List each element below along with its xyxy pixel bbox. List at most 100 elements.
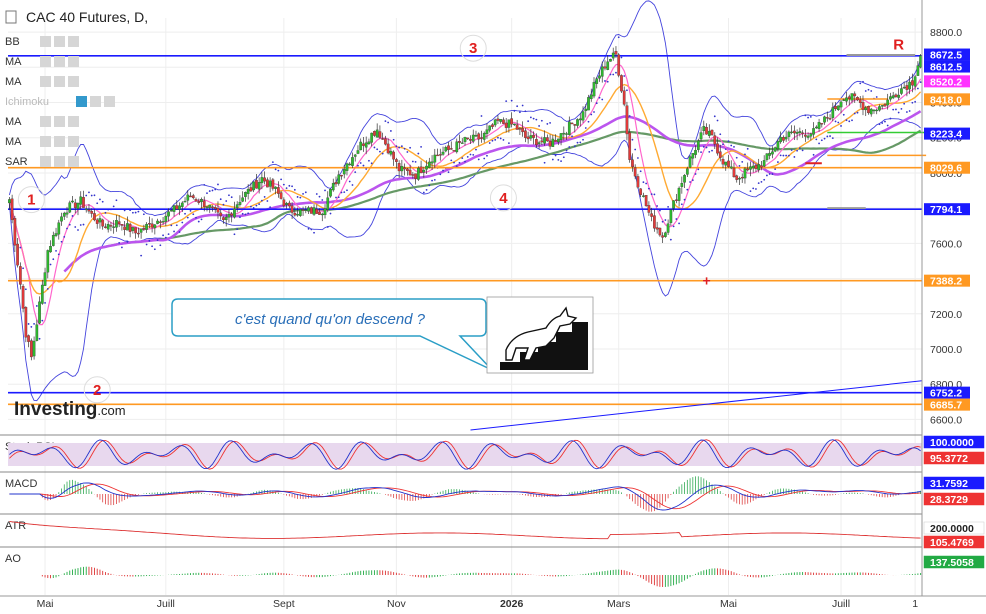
candle-body (823, 116, 826, 123)
sar-dot (777, 161, 779, 163)
candle-body (93, 213, 96, 221)
sar-dot (738, 165, 741, 167)
candle-body (831, 107, 835, 118)
y-tick-label: 7000.0 (930, 344, 962, 356)
candle-body (227, 213, 231, 218)
candle-body (211, 206, 214, 208)
candle-body (112, 226, 116, 228)
x-tick-label: 1 (912, 598, 918, 610)
sar-dot (760, 181, 763, 183)
sar-dot (406, 151, 409, 153)
candle-body (798, 131, 802, 134)
sar-dot (551, 158, 554, 161)
sar-dot (370, 162, 373, 165)
sar-dot (582, 138, 584, 141)
sar-dot (233, 233, 236, 236)
sar-dot (535, 118, 538, 121)
candle-body (680, 183, 684, 187)
sar-dot (755, 188, 757, 190)
candle-body (664, 232, 667, 237)
sar-dot (834, 120, 837, 123)
price-tag-label: 8520.2 (930, 76, 962, 88)
candle-body (19, 266, 22, 285)
candle-body (864, 107, 868, 111)
candle-body (315, 209, 319, 214)
candle-body (323, 208, 327, 216)
candle-body (381, 138, 385, 140)
candle-body (696, 140, 700, 150)
candle-body (820, 123, 824, 125)
sar-dot (433, 179, 436, 181)
candle-body (474, 135, 478, 137)
candle-body (471, 134, 475, 142)
candle-body (529, 135, 533, 139)
candle-body (754, 165, 758, 169)
candle-body (729, 166, 733, 169)
chart-root: Stoch RSI100.000095.3772MACD31.759228.37… (0, 0, 986, 614)
candle-body (732, 167, 736, 178)
candle-body (718, 151, 722, 158)
candle-body (894, 94, 898, 97)
candle-body (326, 197, 330, 210)
candle-body (425, 165, 428, 170)
sar-dot (875, 96, 878, 98)
sar-dot (126, 240, 129, 243)
sar-dot (357, 164, 359, 167)
sar-dot (870, 90, 873, 92)
candle-body (762, 160, 766, 167)
candle-body (911, 80, 914, 86)
sar-dot (203, 183, 206, 186)
sar-dot (906, 111, 908, 113)
candle-body (493, 119, 497, 126)
brand-logo: Investing.com (14, 399, 126, 420)
gear-icon (54, 116, 65, 127)
sar-dot (628, 115, 631, 117)
sar-dot (510, 99, 513, 102)
candle-body (21, 286, 25, 309)
candle-body (510, 118, 514, 125)
sar-dot (458, 161, 461, 164)
candle-body (414, 173, 417, 179)
sar-dot (409, 146, 412, 149)
candle-body (10, 198, 14, 221)
candle-body (158, 221, 162, 223)
close-icon (68, 116, 79, 127)
candle-body (900, 88, 903, 94)
sar-dot (664, 219, 667, 221)
sar-dot (595, 102, 598, 105)
candle-body (54, 233, 58, 236)
sar-dot (214, 188, 217, 191)
candle-body (186, 194, 190, 201)
candle-body (565, 133, 568, 135)
candle-body (576, 119, 579, 126)
candle-body (169, 210, 173, 212)
candle-body (735, 175, 739, 180)
candle-body (257, 182, 261, 190)
sar-dot (211, 189, 214, 192)
candle-body (889, 96, 892, 100)
candle-body (216, 207, 220, 213)
sar-dot (453, 161, 455, 164)
candle-body (298, 209, 302, 216)
candle-body (197, 201, 201, 203)
sar-dot (727, 140, 730, 143)
sar-dot (329, 212, 332, 215)
candle-body (233, 208, 236, 218)
candle-body (351, 157, 354, 166)
sar-dot (222, 203, 225, 206)
panel-value: 31.7592 (930, 478, 968, 490)
sar-dot (225, 200, 228, 202)
sar-dot (422, 191, 425, 194)
sar-dot (831, 137, 834, 140)
candle-body (156, 220, 159, 224)
sar-dot (63, 235, 66, 238)
candle-body (743, 168, 747, 179)
candle-body (535, 139, 538, 146)
sar-dot (711, 149, 713, 152)
candle-body (617, 54, 621, 76)
sar-dot (411, 160, 414, 163)
sar-dot (206, 192, 208, 195)
candle-body (793, 130, 796, 134)
price-tag-label: 7794.1 (930, 204, 962, 216)
sar-dot (200, 218, 203, 221)
